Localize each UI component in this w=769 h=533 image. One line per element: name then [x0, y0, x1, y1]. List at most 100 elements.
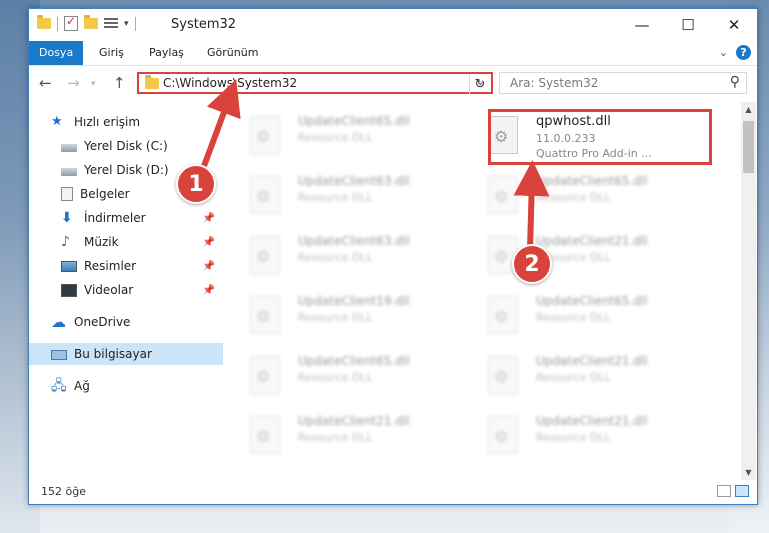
list-item[interactable]: UpdateClient63.dll Resource DLL [226, 168, 446, 220]
view-options-icon[interactable] [104, 17, 118, 30]
dll-file-icon [488, 416, 518, 454]
dll-file-icon [488, 356, 518, 394]
customize-toolbar-chevron-icon[interactable]: ▾ [124, 19, 129, 29]
sidebar-item-label: Bu bilgisayar [74, 347, 152, 361]
back-arrow-icon[interactable]: ← [39, 74, 52, 92]
dll-file-icon [250, 116, 280, 154]
divider [134, 16, 136, 31]
scroll-down-arrow-icon[interactable]: ▼ [741, 465, 756, 480]
sidebar-item-label: Yerel Disk (D:) [84, 163, 169, 177]
list-item[interactable]: UpdateClient21.dll Resource DLL [464, 408, 684, 460]
search-icon[interactable]: ⚲ [730, 74, 740, 90]
help-icon[interactable]: ? [736, 45, 751, 60]
window-controls: — ☐ ✕ [619, 9, 757, 41]
sidebar-item-pictures[interactable]: Resimler 📌 [29, 255, 223, 277]
quick-access-toolbar: ▾ [37, 14, 136, 31]
dll-file-icon [250, 416, 280, 454]
title-bar: ▾ System32 — ☐ ✕ [29, 9, 757, 41]
navigation-bar: ← → ▾ ↑ C:\Windows\System32 ⌄ ↻ Ara: Sys… [29, 66, 757, 100]
new-folder-icon[interactable] [84, 15, 98, 29]
sidebar-item-label: Müzik [84, 235, 119, 249]
tab-view[interactable]: Görünüm [197, 41, 268, 65]
sidebar-item-label: İndirmeler [84, 211, 146, 225]
vertical-scrollbar[interactable]: ▲ ▼ [741, 102, 756, 480]
scrollbar-thumb[interactable] [743, 121, 754, 173]
dll-file-icon [488, 296, 518, 334]
sidebar-item-music[interactable]: ♪ Müzik 📌 [29, 231, 223, 253]
address-bar[interactable]: C:\Windows\System32 ⌄ [137, 72, 493, 94]
sidebar-item-onedrive[interactable]: ☁ OneDrive [29, 311, 223, 333]
up-arrow-icon[interactable]: ↑ [113, 74, 126, 92]
tab-home[interactable]: Giriş [89, 41, 134, 65]
forward-arrow-icon[interactable]: → [67, 74, 80, 92]
list-item[interactable]: UpdateClient65.dll Resource DLL [464, 288, 684, 340]
large-icons-view-icon[interactable] [735, 485, 749, 497]
recent-locations-chevron-icon[interactable]: ▾ [91, 79, 96, 89]
sidebar-item-label: Videolar [84, 283, 134, 297]
file-type: Resource DLL [298, 311, 373, 324]
window-title: System32 [171, 17, 237, 32]
refresh-icon[interactable]: ↻ [469, 74, 490, 94]
pin-icon[interactable]: 📌 [203, 261, 215, 272]
file-type: Resource DLL [536, 371, 611, 384]
file-description: Quattro Pro Add-in ... [536, 147, 652, 160]
file-type: Resource DLL [536, 311, 611, 324]
sidebar-item-network[interactable]: 🖧 Ağ [29, 375, 223, 397]
address-path[interactable]: C:\Windows\System32 [163, 76, 297, 90]
navigation-pane: ★ Hızlı erişim Yerel Disk (C:) Yerel Dis… [29, 102, 225, 480]
pin-icon[interactable]: 📌 [203, 213, 215, 224]
pin-icon[interactable]: 📌 [203, 237, 215, 248]
sidebar-item-videos[interactable]: Videolar 📌 [29, 279, 223, 301]
dll-file-icon [250, 236, 280, 274]
folder-icon [145, 75, 159, 89]
sidebar-item-this-pc[interactable]: Bu bilgisayar [29, 343, 223, 365]
network-icon: 🖧 [51, 378, 67, 394]
file-type: Resource DLL [298, 431, 373, 444]
sidebar-item-downloads[interactable]: ⬇ İndirmeler 📌 [29, 207, 223, 229]
tab-file[interactable]: Dosya [29, 41, 84, 65]
sidebar-item-label: Ağ [74, 379, 90, 393]
search-box[interactable]: Ara: System32 ⚲ [499, 72, 747, 94]
maximize-button[interactable]: ☐ [665, 9, 711, 41]
scroll-up-arrow-icon[interactable]: ▲ [741, 102, 756, 117]
tab-share[interactable]: Paylaş [139, 41, 194, 65]
music-icon: ♪ [61, 234, 70, 250]
file-type: Resource DLL [536, 431, 611, 444]
dll-file-icon [250, 296, 280, 334]
expand-ribbon-chevron-icon[interactable]: ⌄ [719, 46, 728, 59]
file-name: UpdateClient65.dll [536, 294, 648, 308]
file-name: UpdateClient21.dll [536, 234, 648, 248]
properties-check-icon[interactable] [64, 14, 78, 31]
list-item[interactable]: UpdateClient65.dll Resource DLL [464, 168, 684, 220]
sidebar-item-local-disk-c[interactable]: Yerel Disk (C:) [29, 135, 223, 157]
details-view-icon[interactable] [717, 485, 731, 497]
file-type: Resource DLL [298, 251, 373, 264]
step-badge-1: 1 [176, 164, 216, 204]
list-item-selected[interactable]: qpwhost.dll 11.0.0.233 Quattro Pro Add-i… [464, 108, 684, 160]
file-name: UpdateClient21.dll [536, 414, 648, 428]
sidebar-item-label: Belgeler [80, 187, 130, 201]
videos-icon [61, 283, 77, 297]
dll-file-icon [488, 116, 518, 154]
item-count: 152 öğe [41, 485, 86, 498]
download-icon: ⬇ [61, 210, 73, 226]
file-name: qpwhost.dll [536, 114, 611, 129]
minimize-button[interactable]: — [619, 9, 665, 41]
computer-icon [51, 349, 67, 360]
list-item[interactable]: UpdateClient63.dll Resource DLL [226, 228, 446, 280]
file-type: Resource DLL [298, 191, 373, 204]
pin-icon[interactable]: 📌 [203, 285, 215, 296]
sidebar-item-label: OneDrive [74, 315, 131, 329]
search-placeholder[interactable]: Ara: System32 [510, 76, 598, 90]
list-item[interactable]: UpdateClient21.dll Resource DLL [464, 348, 684, 400]
file-type: Resource DLL [298, 371, 373, 384]
list-item[interactable]: UpdateClient21.dll Resource DLL [464, 228, 684, 280]
list-item[interactable]: UpdateClient65.dll Resource DLL [226, 348, 446, 400]
sidebar-item-quick-access[interactable]: ★ Hızlı erişim [29, 111, 223, 133]
list-item[interactable]: UpdateClient19.dll Resource DLL [226, 288, 446, 340]
list-item[interactable]: UpdateClient21.dll Resource DLL [226, 408, 446, 460]
dll-file-icon [488, 176, 518, 214]
list-item[interactable]: UpdateClient65.dll Resource DLL [226, 108, 446, 160]
close-button[interactable]: ✕ [711, 9, 757, 41]
file-name: UpdateClient63.dll [298, 234, 410, 248]
